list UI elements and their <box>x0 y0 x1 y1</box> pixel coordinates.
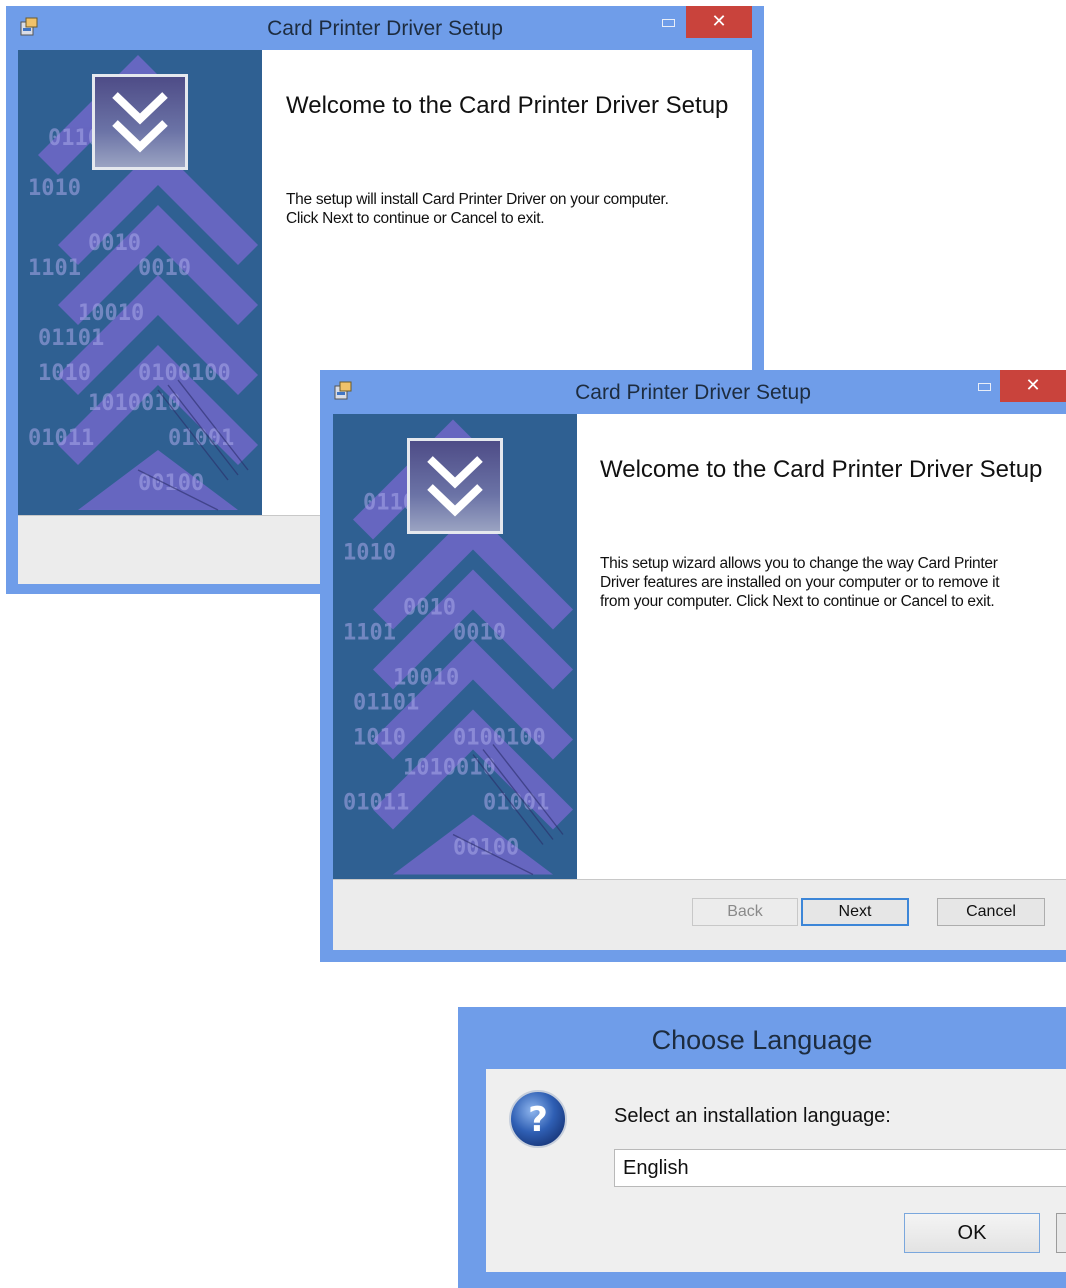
welcome-heading: Welcome to the Card Printer Driver Setup <box>600 456 1043 483</box>
dialog-title: Choose Language <box>651 1025 873 1055</box>
choose-language-dialog: Choose Language ? Select an installation… <box>458 1007 1066 1288</box>
side-banner <box>333 414 577 880</box>
window-title: Card Printer Driver Setup <box>267 17 503 40</box>
next-button[interactable]: Next <box>801 898 909 926</box>
cancel-button[interactable]: Cancel <box>937 898 1045 926</box>
welcome-text-line-1: This setup wizard allows you to change t… <box>600 555 998 572</box>
title-bar[interactable]: Card Printer Driver Setup ✕ <box>320 370 1066 414</box>
language-prompt: Select an installation language: <box>614 1105 891 1127</box>
window-title: Card Printer Driver Setup <box>575 381 811 404</box>
welcome-heading: Welcome to the Card Printer Driver Setup <box>286 92 729 119</box>
minimize-button[interactable] <box>972 370 998 398</box>
cancel-button[interactable] <box>1056 1213 1066 1253</box>
welcome-text-line-2: Click Next to continue or Cancel to exit… <box>286 210 545 227</box>
setup-window-foreground: Card Printer Driver Setup ✕ Welcome to t… <box>320 370 1066 962</box>
double-chevron-down-icon <box>92 74 188 170</box>
svg-text:?: ? <box>528 1100 548 1140</box>
double-chevron-down-icon <box>407 438 503 534</box>
ok-button[interactable]: OK <box>904 1213 1040 1253</box>
minimize-icon <box>662 19 675 27</box>
question-mark-icon: ? <box>509 1090 567 1148</box>
close-button[interactable]: ✕ <box>686 6 752 38</box>
welcome-text-line-2: Driver features are installed on your co… <box>600 574 1000 591</box>
welcome-text-line-3: from your computer. Click Next to contin… <box>600 593 995 610</box>
close-button[interactable]: ✕ <box>1000 370 1066 402</box>
side-banner <box>18 50 262 515</box>
back-button[interactable]: Back <box>692 898 798 926</box>
language-select[interactable]: English <box>614 1149 1066 1187</box>
welcome-text-line-1: The setup will install Card Printer Driv… <box>286 191 669 208</box>
title-bar[interactable]: Card Printer Driver Setup ✕ <box>6 6 764 50</box>
minimize-icon <box>978 383 991 391</box>
button-footer: Back Next Cancel <box>333 879 1066 950</box>
dialog-client-area: ? Select an installation language: Engli… <box>486 1069 1066 1272</box>
window-client-area: Welcome to the Card Printer Driver Setup… <box>333 414 1066 950</box>
minimize-button[interactable] <box>656 6 682 34</box>
